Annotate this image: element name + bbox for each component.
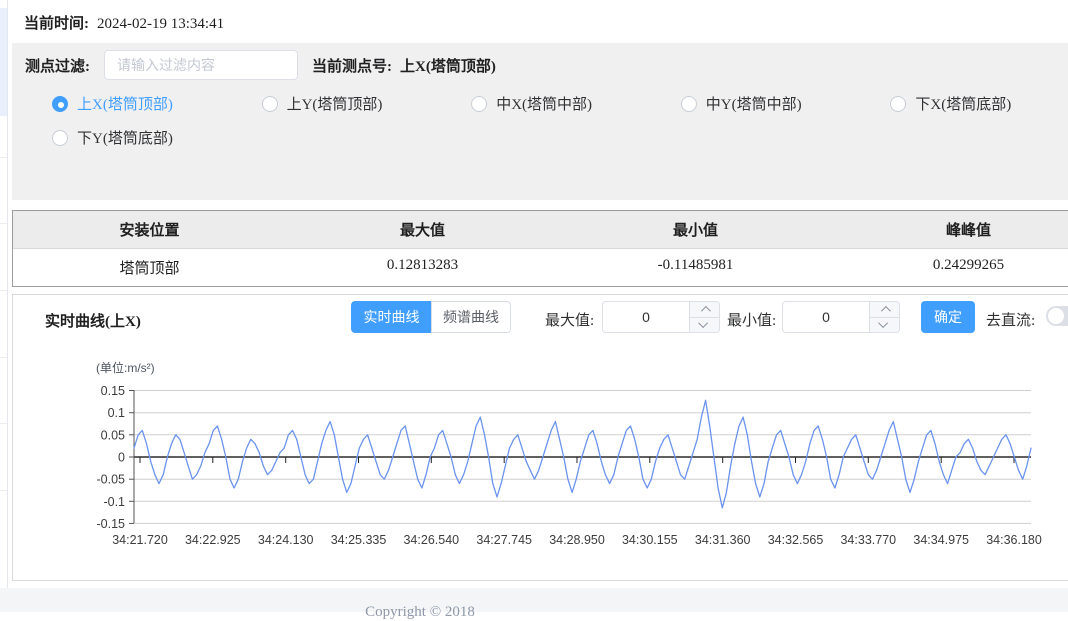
stats-table: 安装位置 最大值 最小值 峰峰值 塔筒顶部 0.12813283 -0.1148… — [12, 210, 1068, 287]
col-min-value: 最小值 — [559, 211, 832, 248]
current-time-value: 2024-02-19 13:34:41 — [97, 16, 224, 32]
radio-unselected-icon — [471, 96, 487, 112]
radio-unselected-icon — [890, 96, 906, 112]
current-point-value: 上X(塔筒顶部) — [400, 55, 496, 76]
radio-point-lower-x[interactable]: 下X(塔筒底部) — [890, 93, 1068, 114]
point-radio-row-2: 下Y(塔筒底部) — [12, 127, 1068, 148]
svg-text:34:26.540: 34:26.540 — [403, 533, 459, 547]
col-max-value: 最大值 — [286, 211, 559, 248]
sidebar-divider — [0, 290, 7, 291]
footer: Copyright © 2018 — [0, 588, 1068, 612]
remove-dc-label: 去直流: — [986, 309, 1035, 330]
svg-text:0: 0 — [118, 451, 125, 465]
svg-text:34:24.130: 34:24.130 — [258, 533, 314, 547]
sidebar-sliver — [0, 0, 8, 588]
sidebar-divider — [0, 490, 7, 491]
table-row: 塔筒顶部 0.12813283 -0.11485981 0.24299265 — [13, 249, 1068, 286]
radio-selected-icon — [52, 96, 68, 112]
col-peak-to-peak: 峰峰值 — [832, 211, 1068, 248]
svg-text:34:32.565: 34:32.565 — [768, 533, 824, 547]
radio-point-upper-y[interactable]: 上Y(塔筒顶部) — [262, 93, 472, 114]
current-point-label: 当前测点号: — [312, 55, 392, 76]
spinner-down-icon[interactable] — [690, 317, 719, 333]
chart-unit-label: (单位:m/s²) — [96, 359, 155, 376]
min-value-input[interactable]: 0 — [783, 302, 869, 332]
max-spinner — [689, 302, 719, 332]
max-value-stepper: 0 — [602, 301, 720, 333]
cell-peak-to-peak: 0.24299265 — [832, 249, 1068, 286]
svg-text:34:30.155: 34:30.155 — [622, 533, 678, 547]
max-input-label: 最大值: — [545, 309, 594, 330]
radio-unselected-icon — [681, 96, 697, 112]
remove-dc-toggle[interactable] — [1046, 306, 1068, 326]
main-content: 当前时间: 2024-02-19 13:34:41 测点过滤: 当前测点号: 上X… — [8, 0, 1068, 581]
chevron-up-icon — [881, 306, 891, 316]
curve-tab-group: 实时曲线 频谱曲线 — [351, 301, 511, 333]
radio-label: 下Y(塔筒底部) — [77, 127, 173, 148]
curve-title: 实时曲线(上X) — [45, 310, 141, 331]
svg-text:34:34.975: 34:34.975 — [913, 533, 969, 547]
filter-panel: 测点过滤: 当前测点号: 上X(塔筒顶部) 上X(塔筒顶部) 上Y(塔筒顶部) … — [12, 43, 1068, 200]
svg-text:-0.05: -0.05 — [97, 473, 126, 487]
cell-install-position: 塔筒顶部 — [13, 249, 286, 286]
radio-point-middle-x[interactable]: 中X(塔筒中部) — [471, 93, 681, 114]
svg-text:34:22.925: 34:22.925 — [185, 533, 241, 547]
svg-text:34:21.720: 34:21.720 — [112, 533, 168, 547]
min-value-stepper: 0 — [782, 301, 900, 333]
svg-text:34:28.950: 34:28.950 — [549, 533, 605, 547]
sidebar-active-item — [0, 8, 7, 116]
radio-unselected-icon — [52, 130, 68, 146]
radio-label: 下X(塔筒底部) — [915, 93, 1011, 114]
spinner-down-icon[interactable] — [870, 317, 899, 333]
chevron-up-icon — [701, 306, 711, 316]
copyright-text: Copyright © 2018 — [0, 588, 840, 621]
cell-min-value: -0.11485981 — [559, 249, 832, 286]
table-header-row: 安装位置 最大值 最小值 峰峰值 — [13, 211, 1068, 249]
radio-point-lower-y[interactable]: 下Y(塔筒底部) — [52, 127, 268, 148]
sidebar-divider — [0, 423, 7, 424]
filter-label: 测点过滤: — [25, 55, 90, 76]
svg-text:0.1: 0.1 — [108, 406, 125, 420]
radio-label: 上X(塔筒顶部) — [77, 93, 173, 114]
tab-spectrum-curve[interactable]: 频谱曲线 — [431, 301, 511, 333]
filter-input[interactable] — [104, 50, 298, 80]
chevron-down-icon — [878, 318, 888, 328]
svg-text:-0.1: -0.1 — [103, 495, 125, 509]
chart-area: 0.15 0.1 0.05 0 -0.05 -0.1 -0.15 34:21.720 34:22… — [13, 375, 1068, 575]
confirm-button[interactable]: 确定 — [921, 301, 975, 333]
sidebar-divider — [0, 223, 7, 224]
chevron-down-icon — [698, 318, 708, 328]
sidebar-divider — [0, 157, 7, 158]
spinner-up-icon[interactable] — [690, 302, 719, 317]
current-time-row: 当前时间: 2024-02-19 13:34:41 — [8, 0, 1068, 33]
radio-point-middle-y[interactable]: 中Y(塔筒中部) — [681, 93, 891, 114]
current-time-label: 当前时间: — [24, 16, 89, 32]
svg-text:34:25.335: 34:25.335 — [331, 533, 387, 547]
svg-text:0.05: 0.05 — [101, 428, 125, 442]
cell-max-value: 0.12813283 — [286, 249, 559, 286]
waveform-chart: 0.15 0.1 0.05 0 -0.05 -0.1 -0.15 34:21.720 34:22… — [13, 375, 1068, 575]
col-install-position: 安装位置 — [13, 211, 286, 248]
tab-realtime-curve[interactable]: 实时曲线 — [351, 301, 431, 333]
svg-text:34:33.770: 34:33.770 — [840, 533, 896, 547]
sidebar-divider — [0, 357, 7, 358]
spinner-up-icon[interactable] — [870, 302, 899, 317]
radio-label: 中X(塔筒中部) — [496, 93, 592, 114]
min-spinner — [869, 302, 899, 332]
radio-unselected-icon — [262, 96, 278, 112]
realtime-curve-card: 实时曲线(上X) 实时曲线 频谱曲线 最大值: 0 最小值: 0 确定 去直流: — [12, 294, 1068, 581]
svg-text:34:31.360: 34:31.360 — [695, 533, 751, 547]
radio-point-upper-x[interactable]: 上X(塔筒顶部) — [52, 93, 262, 114]
min-input-label: 最小值: — [727, 309, 776, 330]
radio-label: 上Y(塔筒顶部) — [287, 93, 383, 114]
svg-text:-0.15: -0.15 — [97, 517, 126, 531]
point-radio-row-1: 上X(塔筒顶部) 上Y(塔筒顶部) 中X(塔筒中部) 中Y(塔筒中部) 下X(塔… — [12, 93, 1068, 114]
toggle-knob — [1048, 308, 1064, 324]
radio-label: 中Y(塔筒中部) — [706, 93, 802, 114]
svg-text:34:36.180: 34:36.180 — [986, 533, 1042, 547]
svg-text:0.15: 0.15 — [101, 384, 125, 398]
max-value-input[interactable]: 0 — [603, 302, 689, 332]
svg-text:34:27.745: 34:27.745 — [476, 533, 532, 547]
